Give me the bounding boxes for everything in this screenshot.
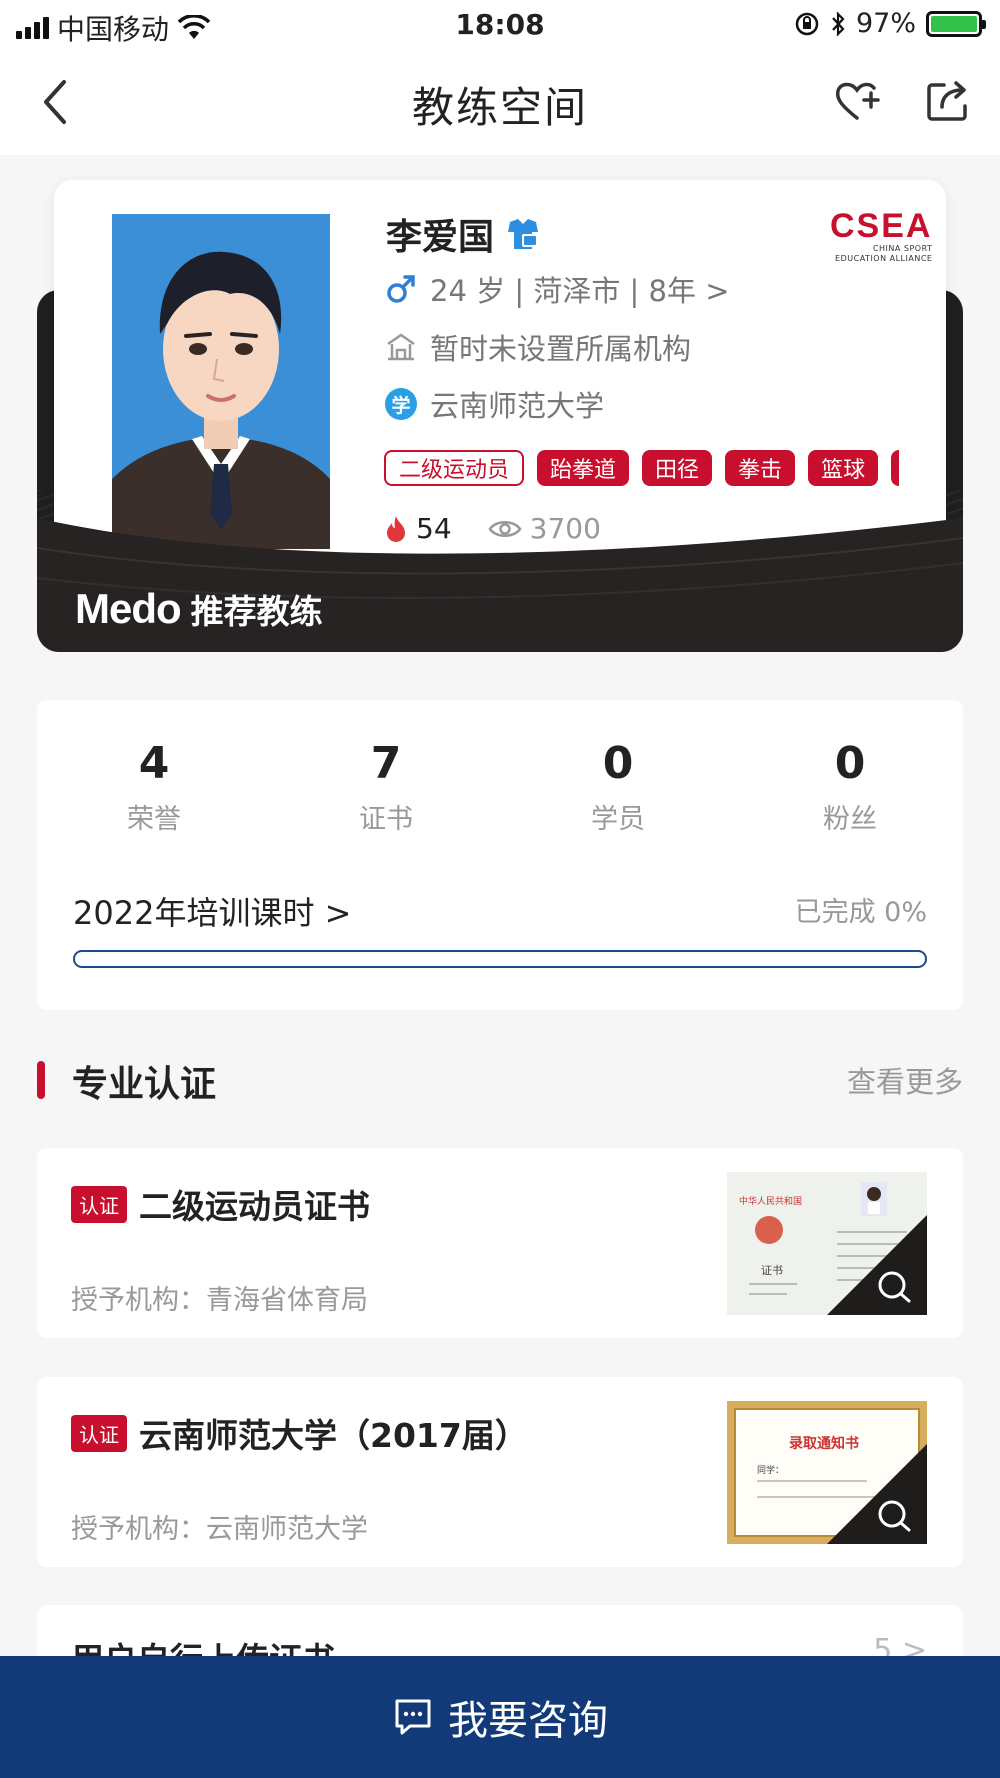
stat-followers[interactable]: 0 粉丝 [780, 738, 920, 836]
training-completed: 已完成 0% [794, 897, 927, 928]
tag-item[interactable]: 二级运动员 [384, 450, 525, 486]
stat-value: 0 [834, 738, 866, 789]
verified-badge: 认证 [71, 1415, 127, 1452]
school-row: 学 云南师范大学 [384, 383, 604, 425]
csea-logo-sub2: EDUCATION ALLIANCE [835, 254, 933, 263]
section-accent-bar [37, 1061, 45, 1099]
school-icon: 学 [384, 387, 418, 421]
certificate-thumb-title: 证书 [761, 1264, 783, 1277]
age-city-row[interactable]: 24 岁 | 菏泽市 | 8年 > [384, 268, 730, 310]
stat-label: 粉丝 [823, 804, 877, 835]
zoom-icon[interactable] [827, 1215, 927, 1315]
chat-icon [395, 1699, 431, 1735]
section-title: 专业认证 [72, 1064, 217, 1105]
consult-button[interactable]: 我要咨询 [0, 1656, 1000, 1778]
school-name: 云南师范大学 [430, 389, 605, 423]
medo-logo: Medo [75, 585, 182, 632]
stat-value: 7 [370, 738, 402, 789]
certificate-thumb-header: 中华人民共和国 [739, 1197, 803, 1207]
stat-value: 0 [602, 738, 634, 789]
school-badge: 学 [385, 388, 417, 420]
share-icon[interactable] [922, 76, 972, 126]
training-hours-link[interactable]: 2022年培训课时 > [73, 888, 351, 934]
stat-value: 4 [138, 738, 170, 789]
tag-item[interactable]: 拳击 [725, 450, 796, 486]
csea-logo-sub1: CHINA SPORT [872, 244, 933, 253]
coach-profile-card: 李爱国 CSEA CHINA SPORT EDUCATION ALLIANCE … [37, 180, 963, 652]
stat-certificates[interactable]: 7 证书 [316, 738, 456, 836]
institution-icon [384, 330, 418, 364]
heart-plus-icon[interactable] [832, 76, 882, 126]
bluetooth-icon [832, 10, 845, 37]
stat-honors[interactable]: 4 荣誉 [84, 738, 224, 836]
coach-avatar[interactable] [112, 214, 330, 549]
csea-logo-text: CSEA [830, 207, 933, 245]
institution-text: 暂时未设置所属机构 [430, 332, 692, 366]
male-icon [384, 272, 418, 306]
status-right: 97% [794, 8, 986, 39]
tag-item[interactable]: 篮球 [808, 450, 879, 486]
status-bar: 中国移动 18:08 97% [0, 0, 1000, 50]
battery-percent: 97% [855, 8, 916, 39]
certificate-thumbnail[interactable]: 中华人民共和国 证书 [727, 1172, 927, 1315]
recommended-coach-label: Medo 推荐教练 [75, 585, 323, 633]
coach-name: 李爱国 [386, 217, 495, 258]
zoom-icon[interactable] [827, 1444, 927, 1544]
stats-card: 4 荣誉 7 证书 0 学员 0 粉丝 2022年培训课时 > 已完成 0% [37, 700, 963, 1010]
recommended-coach-text: 推荐教练 [190, 592, 323, 631]
certificate-name: 云南师范大学（2017届） [139, 1416, 528, 1455]
institution-row: 暂时未设置所属机构 [384, 326, 691, 368]
letter-thumb-greeting: 同学： [757, 1466, 785, 1476]
battery-icon [926, 10, 986, 37]
tag-item[interactable]: 田径 [642, 450, 713, 486]
tag-item[interactable]: 跆拳道 [537, 450, 630, 486]
consult-label: 我要咨询 [448, 1698, 608, 1744]
training-progress-bar [73, 950, 927, 968]
coach-name-row: 李爱国 [386, 208, 542, 260]
verified-badge: 认证 [71, 1186, 127, 1223]
stat-label: 证书 [359, 804, 413, 835]
stat-students[interactable]: 0 学员 [548, 738, 688, 836]
certificate-name: 二级运动员证书 [139, 1187, 370, 1226]
coach-portrait-image [112, 214, 330, 549]
page-body: 李爱国 CSEA CHINA SPORT EDUCATION ALLIANCE … [0, 155, 1000, 1665]
stat-label: 荣誉 [127, 804, 181, 835]
orientation-lock-icon [795, 12, 819, 35]
certificate-org: 授予机构：青海省体育局 [71, 1285, 368, 1316]
age-city-years: 24 岁 | 菏泽市 | 8年 > [430, 274, 730, 308]
tag-item-overflow [891, 450, 900, 486]
csea-logo: CSEA CHINA SPORT EDUCATION ALLIANCE [830, 208, 932, 264]
nav-header: 教练空间 [0, 50, 1000, 155]
view-more-link[interactable]: 查看更多 [847, 1059, 963, 1101]
skill-tags: 二级运动员 跆拳道 田径 拳击 篮球 [384, 450, 900, 486]
certificate-card[interactable]: 认证 云南师范大学（2017届） 授予机构：云南师范大学 录取通知书 同学： [37, 1377, 963, 1567]
certificate-org: 授予机构：云南师范大学 [71, 1514, 368, 1545]
certificate-thumbnail[interactable]: 录取通知书 同学： [727, 1401, 927, 1544]
coach-verified-icon [508, 219, 539, 249]
certificate-card[interactable]: 认证 二级运动员证书 授予机构：青海省体育局 中华人民共和国 证书 [37, 1148, 963, 1338]
stat-label: 学员 [591, 804, 645, 835]
